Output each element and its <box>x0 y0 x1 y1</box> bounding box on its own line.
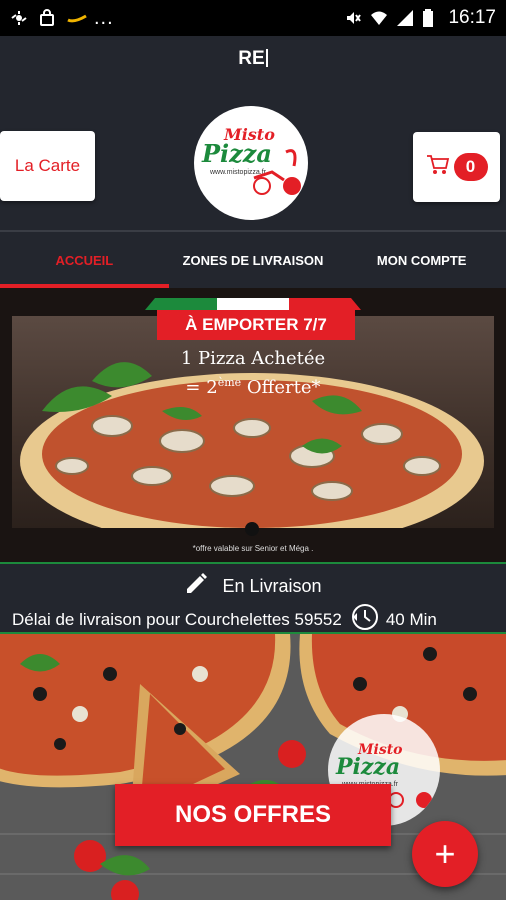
offer-line-1: 1 Pizza Achetée <box>180 348 326 369</box>
tab-bar: ACCUEIL ZONES DE LIVRAISON MON COMPTE <box>0 230 506 288</box>
our-offers-button[interactable]: NOS OFFRES <box>115 784 391 846</box>
italian-flag-stripe <box>145 298 361 310</box>
bag-icon <box>38 9 56 27</box>
battery-icon <box>422 9 440 27</box>
carousel-indicator[interactable] <box>245 522 259 536</box>
menu-button[interactable]: La Carte <box>0 131 95 201</box>
sync-icon <box>10 9 28 27</box>
delivery-mode-label: En Livraison <box>222 576 322 596</box>
tab-mon-compte[interactable]: MON COMPTE <box>337 232 506 288</box>
app-screen: ... 16:17 RE La Carte Misto Pizza www.mi… <box>0 0 506 900</box>
tab-zones-de-livraison[interactable]: ZONES DE LIVRAISON <box>169 232 338 288</box>
logo[interactable]: Misto Pizza www.mistopizza.fr <box>194 106 308 220</box>
signal-icon <box>396 9 414 27</box>
watermark-word2: Pizza <box>335 754 400 780</box>
cart-count-badge: 0 <box>453 153 488 181</box>
clock: 16:17 <box>448 7 496 28</box>
promo-banner[interactable]: À EMPORTER 7/7 1 Pizza Achetée = 2ème Of… <box>0 288 506 562</box>
add-fab-button[interactable]: + <box>412 821 478 887</box>
mute-icon <box>344 9 362 27</box>
cart-icon <box>426 154 450 181</box>
delivery-mode[interactable]: En Livraison <box>0 572 506 601</box>
offer-note: *offre valable sur Senior et Méga . <box>192 544 314 553</box>
offers-section: Misto Pizza www.mistopizza.fr NOS OFFRES… <box>0 634 506 900</box>
pencil-icon[interactable] <box>184 572 208 601</box>
logo-url: www.mistopizza.fr <box>209 169 267 176</box>
plus-icon: + <box>434 833 456 874</box>
clock-icon <box>350 602 380 637</box>
offer-line-2: = 2ème Offerte* <box>0 376 506 398</box>
offer-line-2-prefix: = 2 <box>185 377 218 398</box>
logo-word2: Pizza <box>201 139 272 168</box>
delivery-time-value: 40 Min <box>385 609 437 629</box>
delivery-time: 40 Min <box>350 602 437 637</box>
status-bar: ... 16:17 <box>0 0 506 36</box>
cart-button[interactable]: 0 <box>413 132 500 202</box>
key-icon <box>66 9 87 27</box>
delivery-description: Délai de livraison pour Courchelettes 59… <box>12 609 342 629</box>
delivery-time-row: Délai de livraison pour Courchelettes 59… <box>12 602 498 637</box>
tab-accueil[interactable]: ACCUEIL <box>0 232 169 288</box>
offer-tag: À EMPORTER 7/7 <box>157 310 355 340</box>
text-caret <box>265 49 268 67</box>
app-header: RE La Carte Misto Pizza www.mistopizza.f… <box>0 36 506 230</box>
offer-line-2-sup: ème <box>217 376 242 389</box>
header-title-text: RE <box>238 48 265 69</box>
overflow-dots: ... <box>94 7 114 29</box>
delivery-info[interactable]: En Livraison Délai de livraison pour Cou… <box>0 562 506 634</box>
offer-line-2-suffix: Offerte* <box>241 377 321 398</box>
header-title: RE <box>0 48 506 70</box>
wifi-icon <box>370 9 388 27</box>
